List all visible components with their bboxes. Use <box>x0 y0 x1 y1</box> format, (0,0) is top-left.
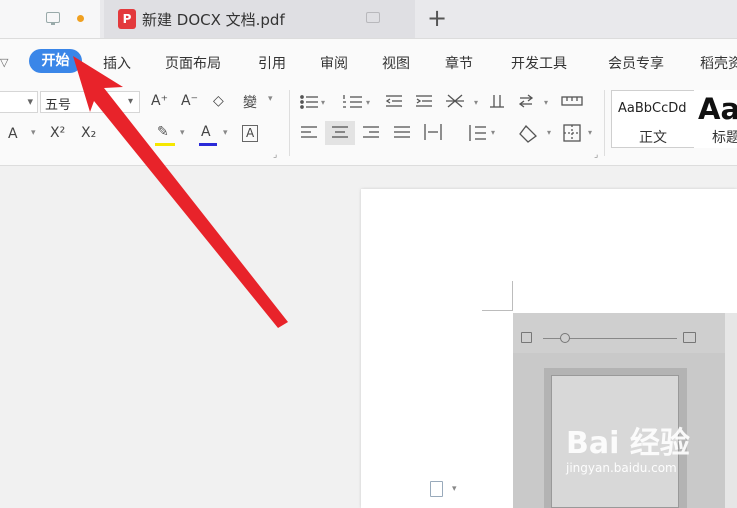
red-arrow-annotation <box>73 56 288 328</box>
